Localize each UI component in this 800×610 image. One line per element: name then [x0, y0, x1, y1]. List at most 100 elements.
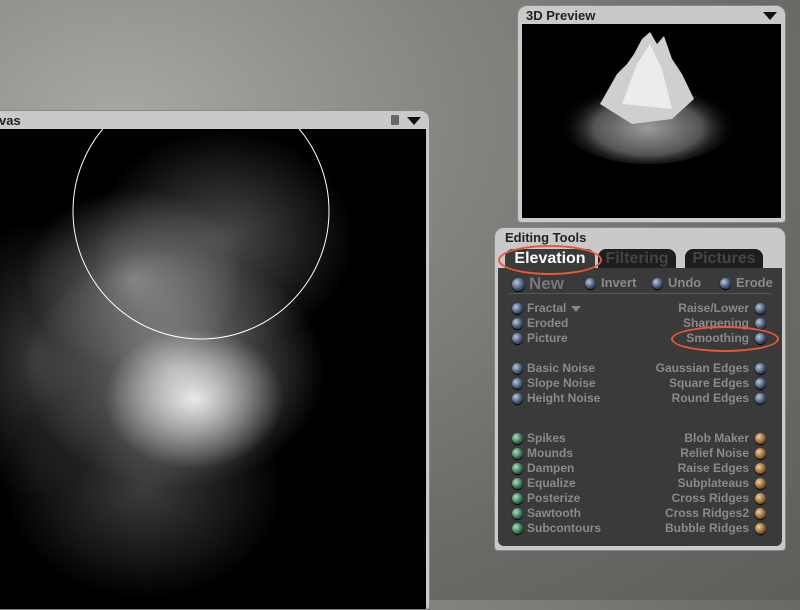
undo-button[interactable]: Undo [652, 276, 701, 290]
tool-raise-edges[interactable]: Raise Edges [678, 461, 766, 475]
button-dot-icon [755, 378, 766, 390]
brush-circle [72, 129, 330, 340]
tool-cross-ridges[interactable]: Cross Ridges [672, 491, 766, 505]
tool-label: Slope Noise [527, 376, 596, 390]
tool-relief-noise[interactable]: Relief Noise [680, 446, 766, 460]
tool-label: Gaussian Edges [655, 361, 749, 375]
tool-eroded[interactable]: Eroded [512, 316, 568, 330]
tool-label: Fractal [527, 301, 567, 315]
tool-subplateaus[interactable]: Subplateaus [678, 476, 766, 490]
preview-window: 3D Preview [517, 5, 786, 223]
tools-title-bar[interactable]: Editing Tools [495, 228, 785, 246]
tool-label: Equalize [527, 476, 576, 490]
button-dot-icon [512, 433, 523, 445]
dropdown-triangle-icon[interactable] [571, 305, 582, 312]
preview-title: 3D Preview [526, 8, 596, 23]
button-dot-icon [512, 303, 523, 315]
button-dot-icon [755, 508, 766, 520]
tool-label: Spikes [527, 431, 566, 445]
heightmap-canvas[interactable] [0, 129, 426, 609]
tab-pictures[interactable]: Pictures [685, 249, 763, 269]
tool-slope-noise[interactable]: Slope Noise [512, 376, 596, 390]
button-dot-icon [512, 333, 523, 345]
tool-sawtooth[interactable]: Sawtooth [512, 506, 581, 520]
3d-preview-view[interactable] [522, 24, 781, 218]
tool-height-noise[interactable]: Height Noise [512, 391, 600, 405]
tool-spikes[interactable]: Spikes [512, 431, 566, 445]
button-dot-icon [652, 278, 663, 290]
button-dot-icon [755, 523, 766, 535]
invert-button[interactable]: Invert [585, 276, 636, 290]
tool-label: Dampen [527, 461, 575, 475]
tool-picture[interactable]: Picture [512, 331, 568, 345]
tools-title: Editing Tools [505, 230, 587, 245]
invert-label: Invert [601, 275, 637, 290]
button-dot-icon [755, 478, 766, 490]
button-dot-icon [755, 363, 766, 375]
tool-label: Raise Edges [677, 461, 749, 475]
tool-raise-lower[interactable]: Raise/Lower [678, 301, 766, 315]
divider [509, 293, 771, 294]
terrain-render [558, 32, 738, 164]
tool-label: Subplateaus [677, 476, 749, 490]
button-dot-icon [512, 318, 523, 330]
canvas-window: vas [0, 110, 430, 610]
button-dot-icon [755, 448, 766, 460]
button-dot-icon [755, 303, 766, 315]
tab-filtering[interactable]: Filtering [598, 249, 676, 269]
tool-label: Cross Ridges2 [664, 506, 749, 520]
button-dot-icon [512, 508, 523, 520]
new-label: New [529, 274, 564, 293]
tool-cross-ridges2[interactable]: Cross Ridges2 [665, 506, 766, 520]
button-dot-icon [512, 393, 523, 405]
tool-square-edges[interactable]: Square Edges [669, 376, 766, 390]
tool-label: Bubble Ridges [664, 521, 749, 535]
tool-mounds[interactable]: Mounds [512, 446, 573, 460]
tool-label: Picture [527, 331, 568, 345]
preview-title-bar[interactable]: 3D Preview [518, 6, 785, 24]
highlight-ellipse-smoothing [671, 326, 779, 352]
tool-subcontours[interactable]: Subcontours [512, 521, 601, 535]
button-dot-icon [755, 393, 766, 405]
tool-label: Mounds [527, 446, 573, 460]
erode-button[interactable]: Erode [720, 276, 773, 290]
button-dot-icon [755, 463, 766, 475]
new-button[interactable]: New [512, 274, 564, 294]
tool-label: Round Edges [671, 391, 749, 405]
tool-label: Height Noise [527, 391, 601, 405]
button-dot-icon [755, 433, 766, 445]
tool-round-edges[interactable]: Round Edges [672, 391, 766, 405]
button-dot-icon [512, 378, 523, 390]
tool-basic-noise[interactable]: Basic Noise [512, 361, 595, 375]
button-dot-icon [720, 278, 731, 290]
canvas-title-bar[interactable]: vas [0, 111, 429, 129]
tool-label: Posterize [527, 491, 581, 505]
canvas-title: vas [0, 113, 21, 128]
tool-bubble-ridges[interactable]: Bubble Ridges [665, 521, 766, 535]
button-dot-icon [755, 493, 766, 505]
clipboard-icon[interactable] [391, 115, 399, 125]
tool-blob-maker[interactable]: Blob Maker [684, 431, 766, 445]
tool-label: Subcontours [527, 521, 601, 535]
button-dot-icon [512, 523, 523, 535]
tool-label: Relief Noise [680, 446, 749, 460]
button-dot-icon [585, 278, 596, 290]
tool-gaussian-edges[interactable]: Gaussian Edges [656, 361, 766, 375]
editing-tools-window: Editing Tools Elevation Filtering Pictur… [494, 227, 786, 551]
tool-fractal[interactable]: Fractal [512, 301, 582, 315]
undo-label: Undo [668, 275, 702, 290]
button-dot-icon [512, 493, 523, 505]
tool-label: Sawtooth [527, 506, 581, 520]
menu-triangle-icon[interactable] [407, 117, 421, 125]
button-dot-icon [512, 363, 523, 375]
tool-label: Square Edges [668, 376, 749, 390]
tool-dampen[interactable]: Dampen [512, 461, 574, 475]
button-dot-icon [512, 463, 523, 475]
tool-label: Eroded [527, 316, 569, 330]
tool-posterize[interactable]: Posterize [512, 491, 580, 505]
menu-triangle-icon[interactable] [763, 12, 777, 20]
tool-equalize[interactable]: Equalize [512, 476, 576, 490]
tool-label: Cross Ridges [671, 491, 749, 505]
button-dot-icon [512, 478, 523, 490]
tool-label: Basic Noise [527, 361, 596, 375]
